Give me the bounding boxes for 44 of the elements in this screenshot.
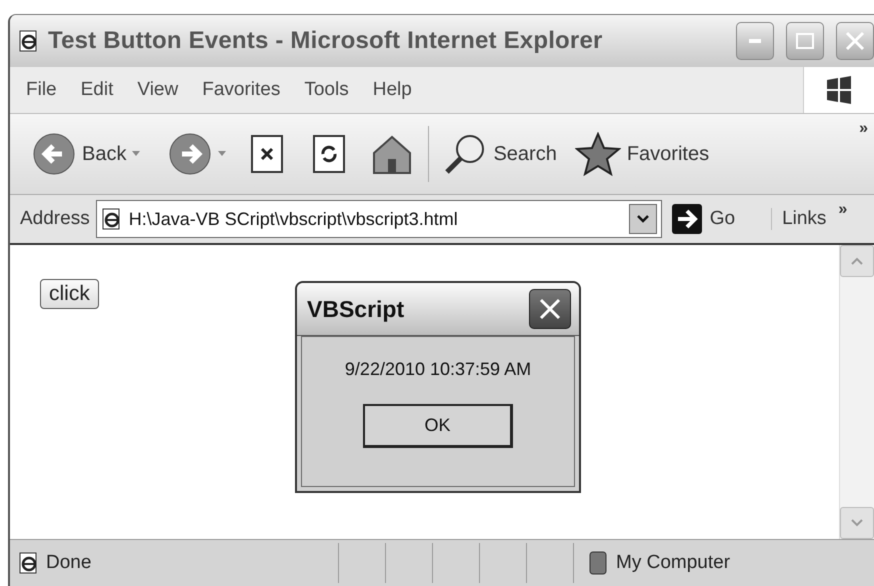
maximize-icon	[796, 33, 814, 49]
search-label[interactable]: Search	[493, 142, 557, 166]
go-button[interactable]: Go	[672, 204, 736, 234]
maximize-button[interactable]	[786, 22, 824, 60]
ok-button[interactable]: OK	[363, 404, 513, 448]
close-icon	[539, 298, 561, 320]
star-icon[interactable]	[574, 132, 621, 176]
close-button[interactable]	[836, 22, 874, 60]
dialog-close-button[interactable]	[529, 289, 571, 329]
minimize-button[interactable]	[736, 22, 774, 60]
chevron-up-icon	[851, 257, 863, 265]
back-icon[interactable]	[32, 132, 76, 176]
chevron-down-icon	[636, 215, 649, 223]
favorites-label[interactable]: Favorites	[626, 142, 710, 166]
status-text: Done	[46, 552, 92, 574]
menu-item[interactable]: Help	[360, 79, 424, 101]
flag-icon	[824, 75, 854, 105]
address-label: Address	[20, 208, 90, 230]
links-chevron[interactable]: »	[838, 201, 848, 219]
address-field[interactable]: H:\Java-VB SCript\vbscript\vbscript3.html	[96, 200, 662, 238]
dropdown-button[interactable]	[628, 204, 657, 234]
caret-icon[interactable]	[218, 151, 226, 157]
menu-item[interactable]: Favorites	[190, 79, 292, 101]
chevron-down-icon	[851, 519, 863, 527]
minimize-icon	[749, 39, 761, 43]
back-label[interactable]: Back	[82, 142, 126, 166]
menu-item[interactable]: Tools	[292, 79, 361, 101]
click-button[interactable]: click	[40, 279, 99, 309]
menu-item[interactable]: File	[14, 79, 69, 101]
menu-item[interactable]: Edit	[68, 79, 126, 101]
links-button[interactable]: Links	[771, 208, 826, 230]
forward-icon[interactable]	[168, 132, 212, 176]
dialog-title: VBScript	[307, 296, 406, 322]
stop-icon[interactable]	[250, 134, 284, 174]
window-title: Test Button Events - Microsoft Internet Explorer	[48, 27, 604, 55]
address-value: H:\Java-VB SCript\vbscript\vbscript3.html	[128, 208, 459, 230]
zone-label: My Computer	[616, 552, 730, 574]
refresh-icon[interactable]	[312, 134, 346, 174]
close-icon	[845, 31, 865, 51]
more-chevron[interactable]: »	[859, 120, 868, 138]
go-label: Go	[710, 208, 736, 230]
menu-item[interactable]: View	[125, 79, 190, 101]
caret-icon[interactable]	[132, 151, 140, 157]
dialog-message: 9/22/2010 10:37:59 AM	[344, 359, 532, 380]
